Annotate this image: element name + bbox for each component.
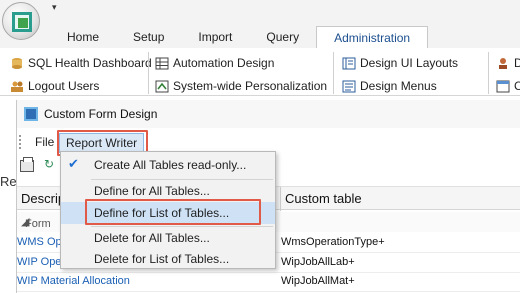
- truncated-command-d-label: D: [514, 56, 520, 70]
- personalize-icon: [155, 80, 169, 92]
- ribbon-divider: [333, 52, 334, 94]
- logout-users-button[interactable]: Logout Users: [10, 79, 99, 93]
- design-ui-layouts-button[interactable]: Design UI Layouts: [342, 56, 458, 70]
- users-icon: [11, 81, 23, 92]
- window-icon: [496, 80, 510, 92]
- tab-import[interactable]: Import: [181, 26, 249, 48]
- window-titlebar[interactable]: Custom Form Design: [17, 100, 520, 128]
- tab-setup[interactable]: Setup: [116, 26, 181, 48]
- menubar-grip[interactable]: [19, 135, 23, 149]
- ribbon-header: ▾ Home Setup Import Query Administration: [0, 0, 520, 48]
- menu-item-delete-for-list-of-tables[interactable]: Delete for List of Tables...: [61, 248, 275, 270]
- layout-icon: [342, 57, 356, 69]
- menu-item-label: Delete for All Tables...: [94, 231, 210, 245]
- group-label: ◢ Form: [21, 216, 51, 230]
- row-description[interactable]: WMS Op: [17, 236, 62, 248]
- sql-health-dashboard-button[interactable]: SQL Health Dashboard: [10, 56, 152, 70]
- form-design-icon: [24, 107, 38, 121]
- row-custom-table: WipJobAllLab+: [281, 256, 355, 268]
- design-menus-button[interactable]: Design Menus: [342, 79, 437, 93]
- ribbon-divider: [488, 52, 489, 94]
- row-description[interactable]: WIP Material Allocation: [17, 275, 130, 287]
- ribbon-divider: [148, 52, 149, 94]
- group-label-text: Form: [25, 218, 51, 230]
- truncated-command-c-label: C: [514, 79, 520, 93]
- ribbon-commands: SQL Health Dashboard Automation Design D…: [0, 48, 520, 96]
- sql-health-dashboard-label: SQL Health Dashboard: [28, 56, 152, 70]
- tab-query[interactable]: Query: [249, 26, 316, 48]
- table-row[interactable]: WIP Material Allocation WipJobAllMat+: [17, 272, 520, 292]
- person-icon: [499, 57, 507, 69]
- menu-item-label: Delete for List of Tables...: [94, 252, 230, 266]
- column-custom-table[interactable]: Custom table: [285, 191, 362, 206]
- automation-design-label: Automation Design: [173, 56, 275, 70]
- menu-icon: [342, 80, 356, 92]
- tab-administration[interactable]: Administration: [316, 26, 429, 48]
- automation-design-button[interactable]: Automation Design: [155, 56, 274, 70]
- menu-item-label: Define for All Tables...: [94, 184, 210, 198]
- truncated-command-c[interactable]: C: [496, 79, 520, 93]
- refresh-icon[interactable]: ↻: [44, 157, 54, 171]
- design-menus-label: Design Menus: [360, 79, 437, 93]
- checkmark-icon: ✔: [68, 156, 79, 171]
- column-divider[interactable]: [280, 187, 281, 211]
- system-wide-personalization-label: System-wide Personalization: [173, 79, 328, 93]
- design-ui-layouts-label: Design UI Layouts: [360, 56, 459, 70]
- logo-square: [18, 18, 28, 28]
- truncated-command-d[interactable]: D: [496, 56, 520, 70]
- side-tab-label[interactable]: Re: [0, 174, 17, 189]
- menu-item-delete-for-all-tables[interactable]: Delete for All Tables...: [61, 227, 275, 249]
- logout-users-label: Logout Users: [28, 79, 100, 93]
- quick-access-dropdown-icon[interactable]: ▾: [52, 2, 57, 13]
- row-description[interactable]: WIP Ope: [17, 256, 61, 268]
- system-wide-personalization-button[interactable]: System-wide Personalization: [155, 79, 327, 93]
- grid-icon: [155, 57, 169, 69]
- column-description[interactable]: Descrip: [21, 191, 65, 206]
- ribbon-tabs: Home Setup Import Query Administration: [50, 26, 429, 48]
- row-custom-table: WmsOperationType+: [281, 236, 385, 248]
- menu-item-create-all-tables-read-only[interactable]: ✔ Create All Tables read-only...: [61, 154, 275, 176]
- print-icon[interactable]: [20, 157, 34, 172]
- tab-home[interactable]: Home: [50, 26, 116, 48]
- window-title: Custom Form Design: [44, 107, 158, 121]
- app-logo[interactable]: [2, 2, 40, 40]
- row-custom-table: WipJobAllMat+: [281, 275, 355, 287]
- define-list-highlight: [85, 199, 261, 225]
- menu-item-label: Create All Tables read-only...: [94, 158, 247, 172]
- database-icon: [12, 57, 22, 69]
